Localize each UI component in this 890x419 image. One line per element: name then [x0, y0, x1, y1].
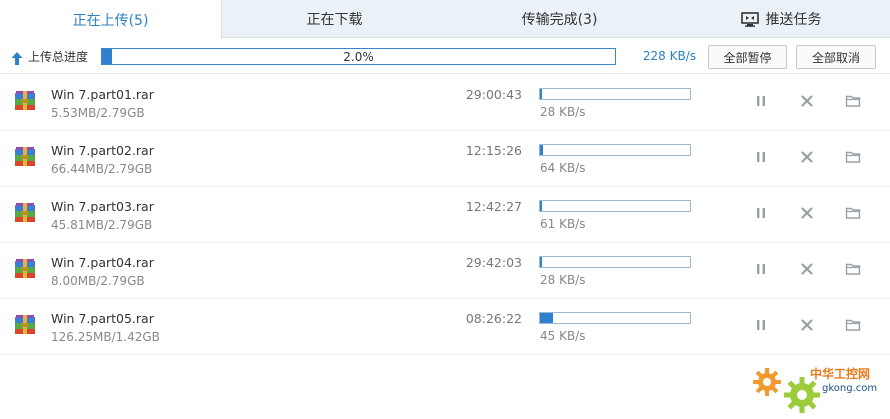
table-row[interactable]: Win 7.part01.rar 5.53MB/2.79GB 29:00:43 …: [0, 75, 890, 131]
watermark-sub: gkong.com: [822, 383, 878, 394]
tab-bar: 正在上传(5) 正在下载 传输完成(3) 推送任务: [0, 0, 890, 39]
tab-push-tasks-label: 推送任务: [765, 12, 822, 28]
pause-all-button[interactable]: 全部暂停: [708, 45, 787, 69]
close-icon[interactable]: [799, 205, 815, 221]
total-progress-text: 2.0%: [343, 49, 374, 64]
upload-arrow-icon: [11, 50, 23, 65]
folder-icon[interactable]: [845, 93, 861, 109]
upload-list: Win 7.part01.rar 5.53MB/2.79GB 29:00:43 …: [0, 75, 890, 355]
file-progress-fill: [540, 257, 542, 267]
file-speed: 28 KB/s: [540, 273, 586, 287]
folder-icon[interactable]: [845, 149, 861, 165]
file-name: Win 7.part01.rar: [51, 87, 154, 102]
file-speed: 61 KB/s: [540, 217, 586, 231]
pause-icon[interactable]: [753, 149, 769, 165]
file-size: 5.53MB/2.79GB: [51, 106, 145, 120]
tab-push-tasks[interactable]: 推送任务: [672, 0, 890, 38]
file-progress-bar: [539, 256, 691, 268]
watermark-text: 中华工控网: [810, 367, 871, 381]
cancel-all-button[interactable]: 全部取消: [796, 45, 876, 69]
close-icon[interactable]: [799, 317, 815, 333]
total-speed: 228 KB/s: [642, 49, 696, 63]
time-remaining: 12:15:26: [465, 143, 522, 158]
folder-icon[interactable]: [845, 261, 861, 277]
close-icon[interactable]: [799, 149, 815, 165]
time-remaining: 08:26:22: [465, 311, 522, 326]
winrar-file-icon: [14, 147, 36, 167]
file-progress-fill: [540, 313, 554, 323]
tab-completed[interactable]: 传输完成(3): [447, 0, 672, 38]
file-size: 8.00MB/2.79GB: [51, 274, 145, 288]
folder-icon[interactable]: [845, 317, 861, 333]
file-name: Win 7.part03.rar: [51, 199, 154, 214]
close-icon[interactable]: [799, 261, 815, 277]
file-size: 45.81MB/2.79GB: [51, 218, 153, 232]
file-name: Win 7.part04.rar: [51, 255, 154, 270]
time-remaining: 29:42:03: [465, 255, 522, 270]
winrar-file-icon: [14, 91, 36, 111]
file-size: 66.44MB/2.79GB: [51, 162, 153, 176]
orange-gear-icon: [753, 368, 781, 396]
tab-uploading[interactable]: 正在上传(5): [0, 0, 222, 39]
file-speed: 28 KB/s: [540, 105, 586, 119]
file-speed: 64 KB/s: [540, 161, 586, 175]
file-progress-bar: [539, 88, 691, 100]
total-progress-label: 上传总进度: [28, 50, 89, 64]
winrar-file-icon: [14, 203, 36, 223]
file-progress-bar: [539, 144, 691, 156]
watermark: 中华工控网 gkong.com: [752, 361, 890, 419]
file-size: 126.25MB/1.42GB: [51, 330, 160, 344]
pause-icon[interactable]: [753, 317, 769, 333]
table-row[interactable]: Win 7.part04.rar 8.00MB/2.79GB 29:42:03 …: [0, 243, 890, 299]
file-progress-bar: [539, 200, 691, 212]
total-progress-bar: 2.0%: [101, 48, 616, 65]
table-row[interactable]: Win 7.part05.rar 126.25MB/1.42GB 08:26:2…: [0, 299, 890, 355]
file-progress-bar: [539, 312, 691, 324]
file-name: Win 7.part02.rar: [51, 143, 154, 158]
pause-icon[interactable]: [753, 205, 769, 221]
tab-downloading[interactable]: 正在下载: [222, 0, 447, 38]
time-remaining: 29:00:43: [465, 87, 522, 102]
file-progress-fill: [540, 89, 542, 99]
file-speed: 45 KB/s: [540, 329, 586, 343]
tab-uploading-label: 正在上传(5): [72, 12, 149, 29]
table-row[interactable]: Win 7.part03.rar 45.81MB/2.79GB 12:42:27…: [0, 187, 890, 243]
folder-icon[interactable]: [845, 205, 861, 221]
time-remaining: 12:42:27: [465, 199, 522, 214]
close-icon[interactable]: [799, 93, 815, 109]
tab-downloading-label: 正在下载: [306, 12, 363, 28]
file-progress-fill: [540, 145, 544, 155]
upload-summary: 上传总进度 2.0% 228 KB/s 全部暂停 全部取消: [0, 38, 890, 74]
table-row[interactable]: Win 7.part02.rar 66.44MB/2.79GB 12:15:26…: [0, 131, 890, 187]
file-name: Win 7.part05.rar: [51, 311, 154, 326]
file-progress-fill: [540, 201, 543, 211]
pause-icon[interactable]: [753, 261, 769, 277]
winrar-file-icon: [14, 315, 36, 335]
pause-icon[interactable]: [753, 93, 769, 109]
tab-completed-label: 传输完成(3): [521, 12, 598, 28]
monitor-icon: [740, 11, 759, 27]
winrar-file-icon: [14, 259, 36, 279]
